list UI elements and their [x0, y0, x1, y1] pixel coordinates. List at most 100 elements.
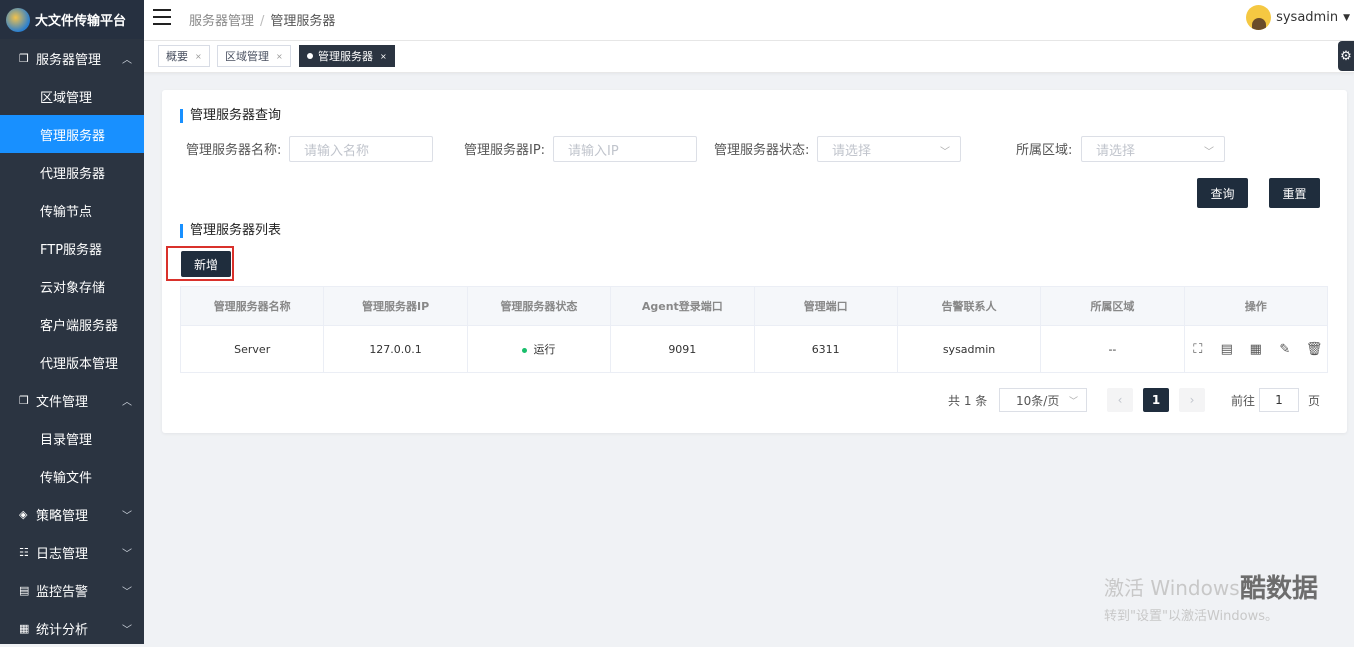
- chevron-down-icon: ﹀: [1068, 396, 1078, 407]
- sidebar-item-client-server[interactable]: 客户端服务器: [0, 305, 144, 343]
- sidebar-group-label: 策略管理: [36, 508, 89, 524]
- field-label-name: 管理服务器名称:: [186, 143, 282, 158]
- page-suffix: 页: [1308, 394, 1321, 408]
- column-header: 管理服务器名称: [179, 286, 325, 326]
- top-bar: 服务器管理 / 管理服务器 sysadmin ▼: [144, 0, 1354, 41]
- sidebar-group-label: 监控告警: [36, 584, 89, 600]
- hamburger-menu-icon[interactable]: [153, 9, 171, 25]
- sidebar-item-mgmt-server[interactable]: 管理服务器: [0, 115, 144, 153]
- tags-view: 概要 × 区域管理 × 管理服务器 × ⚙: [144, 41, 1354, 73]
- presentation-icon[interactable]: ⛶: [1190, 342, 1206, 357]
- search-button[interactable]: 查询: [1197, 178, 1248, 208]
- field-label-ip: 管理服务器IP:: [464, 143, 546, 158]
- username: sysadmin: [1276, 10, 1339, 25]
- prev-page-button[interactable]: ‹: [1107, 388, 1133, 412]
- log-icon: ☷: [19, 545, 29, 559]
- sidebar-group-server[interactable]: ❒ 服务器管理 ︿: [0, 39, 144, 77]
- add-button[interactable]: 新增: [181, 251, 231, 277]
- column-header: 所属区域: [1040, 286, 1185, 326]
- field-label-status: 管理服务器状态:: [714, 143, 810, 158]
- close-icon[interactable]: ×: [380, 52, 387, 61]
- sidebar-menu: ❒ 服务器管理 ︿ 区域管理 管理服务器 代理服务器 传输节点 FTP服务器 云对象…: [0, 39, 144, 647]
- cell-actions: ⛶ ▤ ▦ ✎ 🗑: [1183, 325, 1329, 373]
- sidebar-item-object-storage[interactable]: 云对象存储: [0, 267, 144, 305]
- chevron-down-icon: ﹀: [122, 548, 132, 560]
- stats-icon: ▦: [19, 621, 30, 635]
- page-size-select[interactable]: 10条/页 ﹀: [999, 388, 1087, 412]
- app-title: 大文件传输平台: [35, 14, 127, 29]
- goto-label: 前往: [1231, 394, 1256, 408]
- monitor-icon: ▤: [19, 583, 30, 597]
- caret-down-icon: ▼: [1343, 12, 1350, 23]
- sidebar-group-monitor[interactable]: ▤ 监控告警 ﹀: [0, 571, 144, 609]
- app-logo: 大文件传输平台: [0, 0, 144, 39]
- column-header: 管理服务器状态: [466, 286, 612, 326]
- sidebar-group-label: 日志管理: [36, 546, 89, 562]
- page-size-value: 10条/页: [1016, 393, 1060, 408]
- tab-region[interactable]: 区域管理 ×: [217, 45, 291, 67]
- goto-page-input[interactable]: 1: [1259, 388, 1299, 412]
- sidebar: 大文件传输平台 ❒ 服务器管理 ︿ 区域管理 管理服务器 代理服务器 传输节点 FT…: [0, 0, 144, 644]
- grid-icon[interactable]: ▦: [1248, 342, 1264, 357]
- column-header: Agent登录端口: [610, 286, 755, 326]
- chevron-up-icon: ︿: [122, 396, 132, 408]
- cell-name: Server: [179, 325, 325, 373]
- close-icon[interactable]: ×: [276, 52, 283, 61]
- server-table: 管理服务器名称 管理服务器IP 管理服务器状态 Agent登录端口 管理端口 告…: [179, 286, 1329, 373]
- brand-watermark-logo: 酷数据: [1240, 574, 1319, 604]
- total-count: 共 1 条: [948, 394, 988, 408]
- ip-input[interactable]: 请输入IP: [553, 136, 697, 162]
- chevron-down-icon: ﹀: [122, 586, 132, 598]
- sidebar-item-region[interactable]: 区域管理: [0, 77, 144, 115]
- sidebar-item-transfer-file[interactable]: 传输文件: [0, 457, 144, 495]
- gear-icon[interactable]: ⚙: [1338, 41, 1354, 71]
- cube-icon: ❒: [19, 51, 29, 65]
- breadcrumb-current: 管理服务器: [270, 14, 336, 29]
- chevron-down-icon: ﹀: [122, 624, 132, 636]
- close-icon[interactable]: ×: [195, 52, 202, 61]
- status-select[interactable]: 请选择 ﹀: [817, 136, 961, 162]
- select-placeholder: 请选择: [1096, 143, 1136, 159]
- table-row: Server 127.0.0.1 运行 9091 6311 sysadmin -…: [179, 325, 1329, 373]
- field-label-region: 所属区域:: [1016, 143, 1073, 158]
- brand-logo-icon: [6, 7, 30, 32]
- status-text: 运行: [533, 343, 556, 356]
- cell-contact: sysadmin: [896, 325, 1042, 373]
- column-header: 操作: [1183, 286, 1329, 326]
- sidebar-item-ftp-server[interactable]: FTP服务器: [0, 229, 144, 267]
- column-header: 告警联系人: [896, 286, 1042, 326]
- sidebar-group-log[interactable]: ☷ 日志管理 ﹀: [0, 533, 144, 571]
- tab-overview[interactable]: 概要 ×: [158, 45, 210, 67]
- region-select[interactable]: 请选择 ﹀: [1081, 136, 1225, 162]
- cell-region: --: [1040, 325, 1185, 373]
- page-number-button[interactable]: 1: [1143, 388, 1169, 412]
- name-input[interactable]: 请输入名称: [289, 136, 433, 162]
- query-title: 管理服务器查询: [180, 109, 281, 123]
- table-header-row: 管理服务器名称 管理服务器IP 管理服务器状态 Agent登录端口 管理端口 告…: [179, 286, 1329, 326]
- reset-button[interactable]: 重置: [1269, 178, 1320, 208]
- active-dot-icon: [307, 53, 313, 59]
- user-menu[interactable]: sysadmin ▼: [1246, 5, 1350, 30]
- delete-icon[interactable]: 🗑: [1306, 342, 1323, 357]
- edit-icon[interactable]: ✎: [1277, 342, 1293, 357]
- status-dot-icon: [522, 347, 528, 353]
- policy-icon: ◈: [19, 507, 28, 521]
- next-page-button[interactable]: ›: [1179, 388, 1205, 412]
- sidebar-item-directory[interactable]: 目录管理: [0, 419, 144, 457]
- sidebar-item-transfer-node[interactable]: 传输节点: [0, 191, 144, 229]
- cell-agent-port: 9091: [610, 325, 755, 373]
- windows-activation-watermark: 激活 Windows 转到"设置"以激活Windows。 酷数据: [1104, 572, 1318, 624]
- sidebar-group-policy[interactable]: ◈ 策略管理 ﹀: [0, 495, 144, 533]
- sidebar-group-file[interactable]: ❒ 文件管理 ︿: [0, 381, 144, 419]
- sidebar-group-label: 统计分析: [36, 622, 89, 638]
- breadcrumb-item[interactable]: 服务器管理: [189, 14, 254, 29]
- tab-mgmt-server[interactable]: 管理服务器 ×: [299, 45, 395, 67]
- document-icon[interactable]: ▤: [1219, 342, 1235, 357]
- sidebar-item-proxy-server[interactable]: 代理服务器: [0, 153, 144, 191]
- tab-label: 区域管理: [225, 50, 269, 63]
- sidebar-group-stats[interactable]: ▦ 统计分析 ﹀: [0, 609, 144, 647]
- cube-icon: ❒: [19, 393, 29, 407]
- sidebar-item-proxy-version[interactable]: 代理版本管理: [0, 343, 144, 381]
- chevron-down-icon: ﹀: [940, 147, 950, 158]
- tab-label: 概要: [166, 50, 188, 63]
